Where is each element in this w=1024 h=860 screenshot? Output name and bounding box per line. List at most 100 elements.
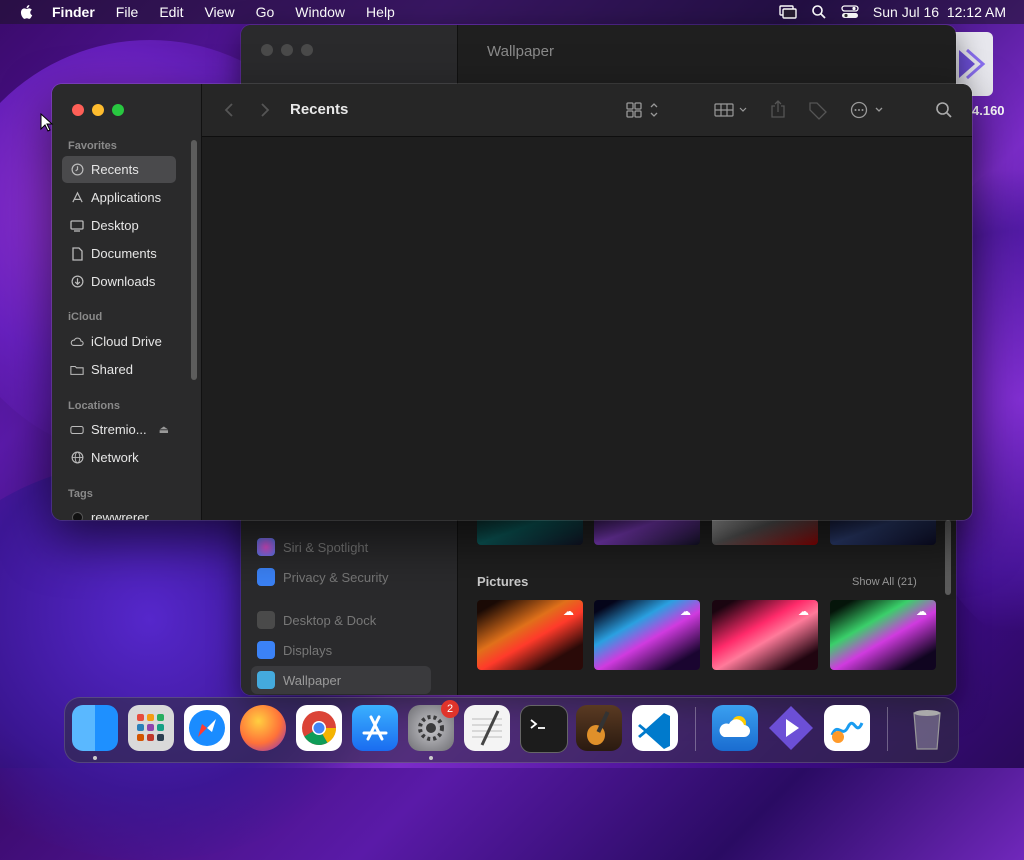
download-icon — [70, 275, 84, 289]
menu-file[interactable]: File — [116, 4, 139, 20]
back-icon[interactable] — [224, 102, 234, 118]
dock: 2 — [64, 697, 959, 763]
hand-icon — [257, 568, 275, 586]
settings-scrollbar[interactable] — [945, 520, 951, 595]
more-actions-icon[interactable] — [850, 101, 886, 119]
running-indicator — [93, 756, 97, 760]
menu-edit[interactable]: Edit — [159, 4, 183, 20]
sidebar-item-applications[interactable]: Applications — [62, 184, 176, 211]
firefox-icon[interactable] — [240, 705, 286, 751]
spotlight-search-icon[interactable] — [811, 4, 827, 20]
forward-icon[interactable] — [260, 102, 270, 118]
eject-icon[interactable]: ⏏ — [159, 423, 169, 436]
screen-mirroring-icon[interactable] — [779, 5, 797, 19]
sidebar-item-stremio-disk[interactable]: Stremio... ⏏ — [62, 416, 176, 443]
sidebar-item-documents[interactable]: Documents — [62, 240, 176, 267]
garageband-icon[interactable] — [576, 705, 622, 751]
finder-title: Recents — [290, 101, 349, 118]
sidebar-item-tag[interactable]: rewwrerer — [62, 504, 176, 520]
clock-icon — [70, 163, 84, 177]
sun-icon — [257, 641, 275, 659]
menu-bar: Finder File Edit View Go Window Help Sun… — [0, 0, 1024, 24]
textedit-icon[interactable] — [464, 705, 510, 751]
finder-icon[interactable] — [72, 705, 118, 751]
share-icon[interactable] — [770, 99, 786, 119]
weather-icon[interactable] — [712, 705, 758, 751]
settings-item-displays[interactable]: Displays — [251, 636, 431, 664]
settings-item-wallpaper[interactable]: Wallpaper — [251, 666, 431, 694]
download-icon[interactable]: ☁ — [680, 605, 694, 618]
finder-content-area[interactable] — [202, 137, 972, 520]
settings-zoom-button[interactable] — [301, 44, 313, 56]
running-indicator — [429, 756, 433, 760]
pictures-section-title: Pictures — [477, 574, 529, 589]
safari-icon[interactable] — [184, 705, 230, 751]
sidebar-item-downloads[interactable]: Downloads — [62, 268, 176, 295]
settings-minimize-button[interactable] — [281, 44, 293, 56]
sidebar-section-icloud: iCloud — [68, 311, 103, 323]
download-icon[interactable]: ☁ — [563, 605, 577, 618]
wallpaper-thumb[interactable]: ☁ — [594, 600, 700, 670]
settings-item-siri-spotlight[interactable]: Siri & Spotlight — [251, 533, 431, 561]
menu-clock[interactable]: Sun Jul 16 12:12 AM — [873, 4, 1006, 20]
icon-view-icon[interactable] — [626, 101, 660, 119]
settings-item-desktop-dock[interactable]: Desktop & Dock — [251, 606, 431, 634]
wallpaper-icon — [257, 671, 275, 689]
tag-dot-icon — [70, 511, 84, 520]
sidebar-item-network[interactable]: Network — [62, 444, 176, 471]
wallpaper-thumb[interactable]: ☁ — [477, 600, 583, 670]
show-all-button[interactable]: Show All (21) — [852, 576, 917, 588]
menu-view[interactable]: View — [204, 4, 234, 20]
finder-window: Favorites Recents Applications Desktop D… — [52, 84, 972, 520]
sidebar-item-icloud-drive[interactable]: iCloud Drive — [62, 328, 176, 355]
finder-sidebar: Favorites Recents Applications Desktop D… — [52, 84, 202, 520]
disk-icon — [70, 423, 84, 437]
freeform-icon[interactable] — [824, 705, 870, 751]
finder-toolbar: Recents — [202, 84, 972, 137]
desktop-icon — [70, 219, 84, 233]
globe-icon — [70, 451, 84, 465]
download-icon[interactable]: ☁ — [798, 605, 812, 618]
group-icon[interactable] — [714, 101, 750, 119]
desktop-file-label: 4.160 — [972, 103, 1005, 118]
settings-title: Wallpaper — [487, 43, 554, 60]
launchpad-icon[interactable] — [128, 705, 174, 751]
menu-help[interactable]: Help — [366, 4, 395, 20]
sidebar-section-tags: Tags — [68, 488, 93, 500]
tag-icon[interactable] — [808, 100, 828, 120]
applications-icon — [70, 191, 84, 205]
control-center-icon[interactable] — [841, 4, 859, 20]
menu-window[interactable]: Window — [295, 4, 345, 20]
apple-menu-icon[interactable] — [18, 3, 36, 21]
trash-icon[interactable] — [904, 705, 950, 751]
wallpaper-thumb[interactable]: ☁ — [830, 600, 936, 670]
finder-close-button[interactable] — [72, 104, 84, 116]
menu-app-finder[interactable]: Finder — [52, 4, 95, 20]
dock-separator — [695, 707, 696, 751]
sidebar-item-recents[interactable]: Recents — [62, 156, 176, 183]
sidebar-item-shared[interactable]: Shared — [62, 356, 176, 383]
chrome-icon[interactable] — [296, 705, 342, 751]
terminal-icon[interactable] — [520, 705, 568, 753]
settings-item-privacy-security[interactable]: Privacy & Security — [251, 563, 431, 591]
vscode-icon[interactable] — [632, 705, 678, 751]
menu-go[interactable]: Go — [256, 4, 275, 20]
notification-badge: 2 — [441, 700, 459, 718]
dock-separator — [887, 707, 888, 751]
sidebar-item-desktop[interactable]: Desktop — [62, 212, 176, 239]
download-icon[interactable]: ☁ — [916, 605, 930, 618]
stremio-icon[interactable] — [768, 705, 814, 751]
finder-zoom-button[interactable] — [112, 104, 124, 116]
document-icon — [70, 246, 84, 261]
cloud-icon — [70, 335, 84, 349]
finder-minimize-button[interactable] — [92, 104, 104, 116]
app-store-icon[interactable] — [352, 705, 398, 751]
sidebar-section-favorites: Favorites — [68, 140, 117, 152]
siri-icon — [257, 538, 275, 556]
dock-icon — [257, 611, 275, 629]
settings-close-button[interactable] — [261, 44, 273, 56]
shared-folder-icon — [70, 363, 84, 377]
sidebar-scrollbar[interactable] — [191, 140, 197, 380]
search-icon[interactable] — [935, 101, 953, 119]
wallpaper-thumb[interactable]: ☁ — [712, 600, 818, 670]
